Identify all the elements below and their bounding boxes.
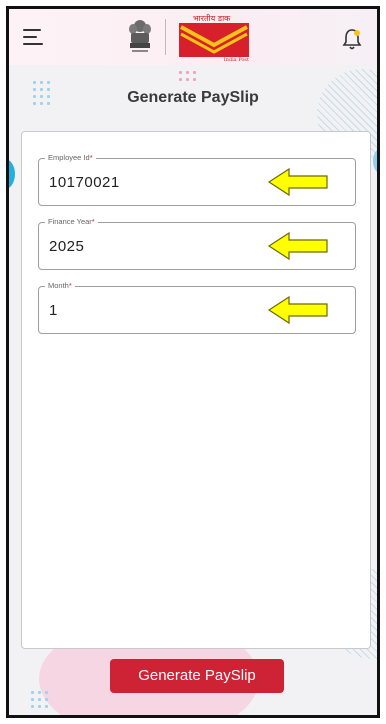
employee-id-label: Employee Id* [45, 153, 96, 163]
yellow-arrow-icon [267, 167, 328, 197]
national-emblem-icon [129, 20, 151, 52]
month-label: Month* [45, 281, 75, 291]
page-title: Generate PaySlip [127, 89, 259, 106]
finance-year-value[interactable]: 2025 [49, 238, 84, 255]
yellow-arrow-icon [267, 295, 328, 325]
header-divider [165, 19, 166, 55]
decor-blob [9, 159, 15, 189]
bell-icon[interactable] [341, 27, 363, 51]
logo-english-text: India Post [223, 57, 249, 63]
decor-blob [373, 149, 377, 173]
employee-id-value[interactable]: 10170021 [49, 174, 120, 191]
india-post-logo: भारतीय डाक India Post [175, 13, 253, 63]
decor-dots [177, 69, 199, 83]
hamburger-menu-icon[interactable] [23, 27, 49, 49]
app-frame: भारतीय डाक India Post Generate PaySlip E… [6, 6, 380, 718]
payslip-form-card: Employee Id* 10170021 Finance Year* 2025… [21, 131, 371, 649]
finance-year-label: Finance Year* [45, 217, 98, 227]
employee-id-field[interactable]: Employee Id* 10170021 [38, 153, 356, 206]
month-field[interactable]: Month* 1 [38, 281, 356, 334]
india-post-logo-mark [179, 23, 249, 57]
month-value[interactable]: 1 [49, 302, 58, 319]
decor-dots [29, 689, 51, 709]
finance-year-field[interactable]: Finance Year* 2025 [38, 217, 356, 270]
app-header: भारतीय डाक India Post [9, 9, 377, 65]
yellow-arrow-icon [267, 231, 328, 261]
generate-payslip-button[interactable]: Generate PaySlip [110, 659, 284, 693]
